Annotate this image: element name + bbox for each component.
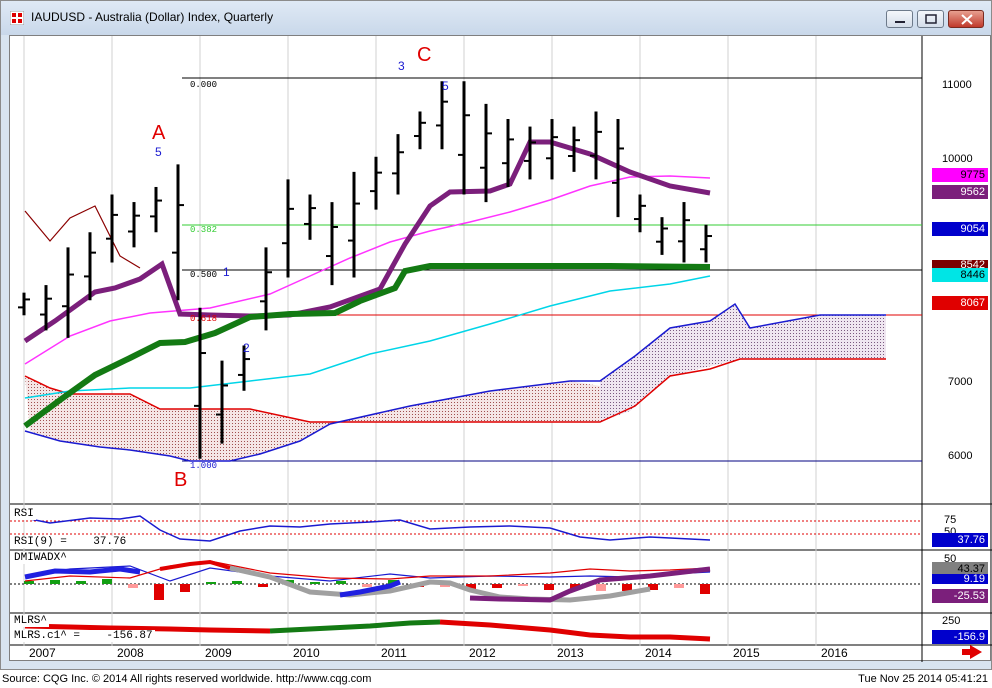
- dmi-histogram-bar: [232, 581, 242, 584]
- adx-line-red: [159, 559, 231, 571]
- wave-label-1: 1: [223, 265, 230, 279]
- price-axis-6000: 6000: [948, 450, 973, 462]
- rsi-axis-75: 75: [944, 514, 957, 526]
- dmi-histogram-bar: [50, 580, 60, 584]
- year-label-2010: 2010: [293, 646, 320, 660]
- dmi-histogram-bar: [544, 584, 554, 590]
- fib-label-500: 0.500: [190, 270, 218, 280]
- dmi-tag-purple: -25.53: [932, 589, 988, 603]
- dmi-histogram-bar: [258, 584, 268, 587]
- mlrs-readout-value: -156.87: [106, 630, 153, 642]
- year-label-2012: 2012: [469, 646, 496, 660]
- dmi-histogram-bar: [102, 579, 112, 584]
- dmi-histogram-bar: [518, 584, 528, 586]
- dmi-histogram-bar: [310, 582, 320, 584]
- wave-label-b: B: [174, 469, 188, 491]
- mlrs-axis-250: 250: [942, 615, 961, 627]
- rsi-value-tag: 37.76: [932, 533, 988, 547]
- fib-label-618: 0.618: [190, 314, 218, 324]
- cqg-app-icon: [10, 11, 24, 25]
- fib-label-1000: 1.000: [190, 461, 218, 471]
- mlrs-readout: MLRS.c1^ = -156.87: [12, 630, 155, 642]
- dmi-histogram-bar: [154, 584, 164, 600]
- rsi-study-name[interactable]: RSI: [12, 508, 36, 520]
- wave-label-5c: 5: [442, 79, 449, 93]
- wave-label-2: 2: [243, 341, 250, 355]
- dmi-histogram-bar: [180, 584, 190, 592]
- fib-label-382: 0.382: [190, 225, 218, 235]
- dmi-histogram-bar: [76, 581, 86, 584]
- dmi-panel: [10, 559, 922, 603]
- chart-window: IAUDUSD - Australia (Dollar) Index, Quar…: [0, 0, 992, 670]
- dmi-study-name[interactable]: DMIWADX^: [12, 552, 69, 564]
- mlrs-study-name[interactable]: MLRS^: [12, 615, 50, 627]
- dmi-histogram-bar: [128, 584, 138, 588]
- status-footer: Source: CQG Inc. © 2014 All rights reser…: [0, 670, 992, 688]
- adx-line-blue: [24, 566, 141, 580]
- price-axis-7000: 7000: [948, 376, 973, 388]
- close-button[interactable]: [948, 10, 984, 28]
- scroll-right-arrow-icon[interactable]: [960, 644, 984, 660]
- dmi-histogram-bar: [492, 584, 502, 588]
- wave-label-a: A: [152, 122, 166, 144]
- price-tag-red: 8067: [932, 296, 988, 310]
- dmi-histogram-bar: [674, 584, 684, 588]
- wave-label-5a: 5: [155, 145, 162, 159]
- dmi-histogram-bar: [596, 584, 606, 591]
- price-tag-blue: 9054: [932, 222, 988, 236]
- year-label-2013: 2013: [557, 646, 584, 660]
- rsi-readout-value: 37.76: [93, 536, 127, 548]
- rsi-panel: [10, 515, 922, 542]
- price-axis-10000: 10000: [942, 153, 973, 165]
- year-label-2011: 2011: [381, 646, 407, 660]
- year-label-2016: 2016: [821, 646, 848, 660]
- rsi-readout: RSI(9) = 37.76: [12, 536, 129, 548]
- year-label-2009: 2009: [205, 646, 232, 660]
- mlrs-red-segment-2: [439, 619, 711, 642]
- year-label-2007: 2007: [29, 646, 56, 660]
- window-title: IAUDUSD - Australia (Dollar) Index, Quar…: [31, 10, 274, 24]
- dmi-histogram-bar: [336, 581, 346, 584]
- year-label-2008: 2008: [117, 646, 144, 660]
- title-bar[interactable]: IAUDUSD - Australia (Dollar) Index, Quar…: [1, 1, 991, 35]
- wave-label-c: C: [417, 44, 432, 66]
- chart-area[interactable]: 0.000 0.382 0.500 0.618 1.000 A B C 5 3 …: [9, 35, 992, 662]
- maximize-button[interactable]: [917, 10, 944, 28]
- dmi-histogram-bar: [362, 584, 372, 587]
- price-tag-cyan: 8446: [932, 268, 988, 282]
- year-label-2014: 2014: [645, 646, 672, 660]
- fib-label-0: 0.000: [190, 80, 218, 90]
- price-tag-purple: 9562: [932, 185, 988, 199]
- dmi-histogram-bar: [206, 582, 216, 584]
- timestamp-text: Tue Nov 25 2014 05:41:21: [858, 673, 988, 685]
- mlrs-green-segment: [269, 619, 441, 634]
- price-axis-11000: 11000: [942, 79, 972, 91]
- mlrs-value-tag: -156.9: [932, 630, 988, 644]
- wave-label-3: 3: [398, 59, 405, 73]
- dmi-tag-blue: 9.19: [932, 574, 988, 585]
- year-label-2015: 2015: [733, 646, 760, 660]
- source-text: Source: CQG Inc. © 2014 All rights reser…: [2, 673, 372, 685]
- price-tag-magenta: 9775: [932, 168, 988, 182]
- minimize-button[interactable]: [886, 10, 913, 28]
- dmi-histogram-bar: [700, 584, 710, 594]
